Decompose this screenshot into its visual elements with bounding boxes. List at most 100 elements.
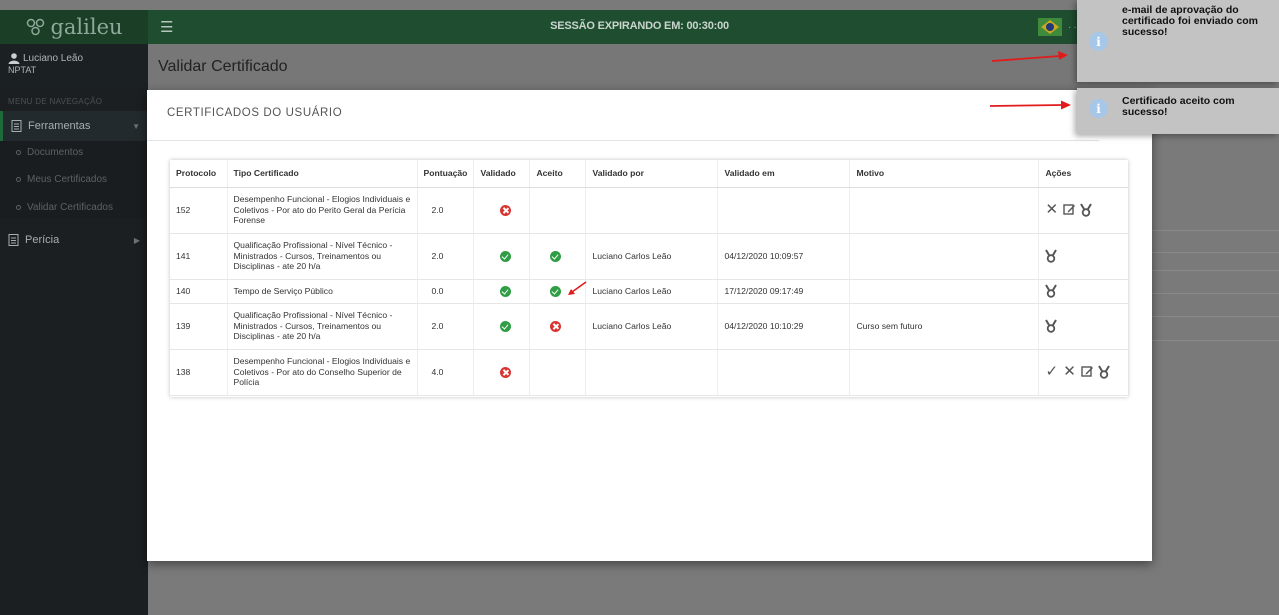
- annotation-arrow-icon: [991, 51, 1068, 62]
- column-header[interactable]: Aceito: [529, 160, 587, 188]
- column-header[interactable]: Validado: [473, 160, 531, 188]
- background-lines: [1148, 230, 1279, 350]
- edit-icon[interactable]: [1081, 365, 1094, 378]
- column-header[interactable]: Protocolo: [170, 160, 228, 188]
- cell-motivo: [849, 349, 1040, 396]
- section-title: CERTIFICADOS DO USUÁRIO: [167, 107, 343, 119]
- medal-icon[interactable]: [1080, 203, 1093, 217]
- cell-aceito: [529, 233, 587, 280]
- user-role: NPTAT: [8, 65, 37, 75]
- cell-validado-em: [717, 187, 851, 234]
- rejected-icon: [550, 320, 562, 332]
- approved-icon: [500, 250, 512, 262]
- column-header[interactable]: Pontuação: [417, 160, 475, 188]
- cell-motivo: [849, 187, 1040, 234]
- medal-icon[interactable]: [1098, 365, 1110, 379]
- user-icon: [8, 53, 20, 64]
- accepted-icon: [550, 250, 562, 262]
- cell-protocolo: 139: [170, 303, 228, 350]
- medal-icon[interactable]: [1045, 319, 1058, 333]
- sidebar-item-label: Perícia: [25, 234, 60, 246]
- medal-icon[interactable]: [1045, 284, 1058, 298]
- table-row: 141 Qualificação Profissional - Nível Té…: [170, 233, 1128, 280]
- sidebar-subitem-label: Validar Certificados: [27, 201, 113, 213]
- table-header-row: Protocolo Tipo Certificado Pontuação Val…: [170, 160, 1128, 188]
- sidebar-item-label: Ferramentas: [28, 120, 91, 132]
- cell-acoes: [1038, 303, 1128, 350]
- cell-pontuacao: 0.0: [417, 279, 475, 304]
- table-row: 139 Qualificação Profissional - Nível Té…: [170, 303, 1128, 350]
- column-header[interactable]: Motivo: [849, 160, 1040, 188]
- notification-text: Certificado aceito com sucesso!: [1122, 95, 1235, 119]
- cell-aceito: [529, 349, 587, 396]
- edit-icon[interactable]: [1063, 203, 1076, 216]
- sidebar-subitem-documentos[interactable]: Documentos: [0, 141, 148, 163]
- chevron-right-icon: ▶: [133, 235, 140, 245]
- cell-tipo: Tempo de Serviço Público: [227, 279, 418, 304]
- table-row: 152 Desempenho Funcional - Elogios Indiv…: [170, 187, 1128, 234]
- info-icon: i: [1089, 99, 1108, 118]
- cell-tipo: Desempenho Funcional - Elogios Individua…: [227, 349, 418, 396]
- cell-motivo: [849, 233, 1040, 280]
- column-header[interactable]: Validado em: [717, 160, 851, 188]
- cell-motivo: [849, 279, 1040, 304]
- cell-validado: [473, 279, 531, 304]
- circle-icon: [16, 149, 21, 155]
- cell-validado: [473, 349, 531, 396]
- cell-aceito: [529, 187, 587, 234]
- table-row: 140 Tempo de Serviço Público 0.0 Luciano…: [170, 279, 1128, 304]
- reject-button[interactable]: ✕: [1063, 363, 1076, 380]
- cell-protocolo: 140: [170, 279, 228, 304]
- notification-email-sent[interactable]: i e-mail de aprovação do certificado foi…: [1077, 0, 1279, 82]
- cell-validado-por: Luciano Carlos Leão: [585, 279, 719, 304]
- accepted-icon: [550, 285, 562, 297]
- cell-acoes: [1038, 233, 1128, 280]
- cell-tipo: Desempenho Funcional - Elogios Individua…: [227, 187, 418, 234]
- page-title: Validar Certificado: [158, 58, 288, 75]
- cell-validado: [473, 303, 531, 350]
- cell-validado-em: 04/12/2020 10:09:57: [717, 233, 851, 280]
- sidebar-subitem-validar-certificados[interactable]: Validar Certificados: [0, 195, 148, 219]
- cell-protocolo: 138: [170, 349, 228, 396]
- document-icon: [11, 120, 22, 132]
- cell-validado-em: 04/12/2020 10:10:29: [717, 303, 851, 350]
- sidebar-subitem-meus-certificados[interactable]: Meus Certificados: [0, 163, 148, 195]
- cell-pontuacao: 2.0: [417, 303, 475, 350]
- cell-pontuacao: 2.0: [417, 233, 475, 280]
- medal-icon[interactable]: [1045, 249, 1058, 263]
- circle-icon: [16, 176, 21, 182]
- cell-pontuacao: 2.0: [417, 187, 475, 234]
- cell-tipo: Qualificação Profissional - Nível Técnic…: [227, 303, 418, 350]
- column-header[interactable]: Validado por: [585, 160, 719, 188]
- table-row: 138 Desempenho Funcional - Elogios Indiv…: [170, 349, 1128, 396]
- brazil-flag-icon[interactable]: [1038, 18, 1062, 36]
- annotation-arrow-icon: [568, 281, 587, 295]
- cell-validado-por: [585, 349, 719, 396]
- cell-validado-por: Luciano Carlos Leão: [585, 303, 719, 350]
- sidebar-item-ferramentas[interactable]: Ferramentas ▼: [0, 111, 148, 141]
- cell-validado-por: Luciano Carlos Leão: [585, 233, 719, 280]
- accept-button[interactable]: ✓: [1045, 363, 1058, 380]
- cell-validado-em: 17/12/2020 09:17:49: [717, 279, 851, 304]
- sidebar-item-pericia[interactable]: Perícia ▶: [0, 225, 148, 255]
- rejected-icon: [500, 366, 512, 378]
- sidebar: Luciano Leão NPTAT MENU DE NAVEGAÇÃO Fer…: [0, 44, 148, 615]
- approved-icon: [500, 285, 512, 297]
- column-header[interactable]: Tipo Certificado: [227, 160, 418, 188]
- circle-icon: [16, 204, 21, 210]
- info-icon: i: [1089, 32, 1108, 51]
- cell-acoes: ✕: [1038, 187, 1128, 234]
- column-header[interactable]: Ações: [1038, 160, 1128, 188]
- rejected-icon: [500, 204, 512, 216]
- divider: [147, 140, 1099, 141]
- cell-tipo: Qualificação Profissional - Nível Técnic…: [227, 233, 418, 280]
- cell-protocolo: 152: [170, 187, 228, 234]
- sidebar-subitem-label: Meus Certificados: [27, 173, 108, 185]
- sidebar-subitem-label: Documentos: [27, 146, 84, 158]
- notification-certificate-accepted[interactable]: i Certificado aceito com sucesso!: [1077, 88, 1279, 134]
- reject-button[interactable]: ✕: [1045, 201, 1058, 218]
- user-name: Luciano Leão: [23, 53, 84, 64]
- cell-validado-em: [717, 349, 851, 396]
- cell-aceito: [529, 303, 587, 350]
- cell-pontuacao: 4.0: [417, 349, 475, 396]
